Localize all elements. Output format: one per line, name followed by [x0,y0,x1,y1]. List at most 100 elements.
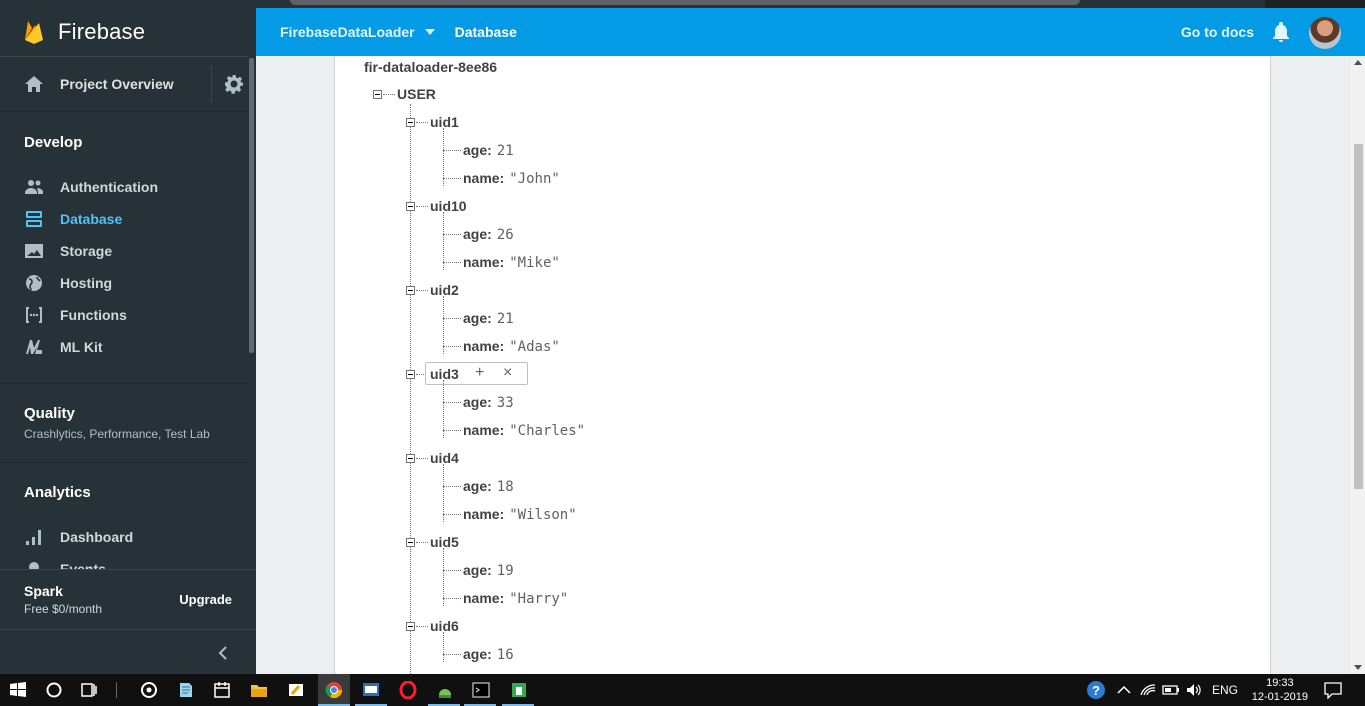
collapse-sidebar-button[interactable] [0,629,256,674]
help-icon[interactable]: ? [1086,680,1106,700]
app-icon[interactable] [140,681,158,699]
chrome-taskbar-button[interactable] [318,674,350,706]
leaf-value[interactable]: 18 [497,479,514,495]
collapse-toggle[interactable] [406,622,415,631]
collapse-toggle[interactable] [406,118,415,127]
divider [211,66,212,102]
app-icon[interactable] [510,681,528,699]
tree-node-key[interactable]: uid5 [430,534,459,550]
app-icon[interactable] [362,681,380,699]
language-indicator[interactable]: ENG [1212,683,1238,697]
sidebar-item-storage[interactable]: Storage [0,235,248,267]
tree-leaf[interactable]: age: 21 [463,142,514,159]
collapse-toggle[interactable] [406,370,415,379]
tree-leaf[interactable]: age: 19 [463,562,514,579]
tree-node-key[interactable]: uid4 [430,450,459,466]
leaf-value[interactable]: "Mike" [509,255,560,271]
sidebar-item-hosting[interactable]: Hosting [0,267,248,299]
file-explorer-icon[interactable] [250,681,268,699]
cortana-icon[interactable] [45,681,63,699]
collapse-toggle[interactable] [406,286,415,295]
leaf-key: name: [463,254,505,270]
tree-node-key[interactable]: uid3 [430,366,459,382]
tree-line [443,318,461,319]
tree-leaf[interactable]: age: 18 [463,478,514,495]
tree-leaf[interactable]: age: 16 [463,646,514,663]
notepad-icon[interactable] [177,681,195,699]
clock[interactable]: 19:33 12-01-2019 [1252,676,1308,704]
sidebar-item-label: Hosting [60,275,113,291]
page-scrollbar[interactable] [1351,56,1365,674]
add-child-icon[interactable]: + [475,364,484,382]
leaf-value[interactable]: "Harry" [509,591,568,607]
sticky-notes-icon[interactable] [287,681,305,699]
scroll-up-icon[interactable] [1354,60,1362,65]
tree-leaf[interactable]: name: "Harry" [463,590,568,607]
database-root[interactable]: fir-dataloader-8ee86 [364,59,497,75]
tree-node-user[interactable]: USER [397,86,436,102]
tree-leaf[interactable]: age: 26 [463,226,514,243]
tree-node-key[interactable]: uid2 [430,282,459,298]
bell-icon[interactable] [1271,21,1291,43]
wifi-icon[interactable] [1139,681,1157,699]
collapse-toggle[interactable] [406,454,415,463]
scroll-down-icon[interactable] [1354,665,1362,670]
sidebar-item-dashboard[interactable]: Dashboard [0,521,248,553]
leaf-key: name: [463,422,505,438]
leaf-value[interactable]: 33 [497,395,514,411]
chevron-left-icon [218,646,227,660]
tree-leaf[interactable]: name: "Wilson" [463,506,577,523]
battery-icon[interactable] [1162,681,1180,699]
upgrade-button[interactable]: Upgrade [179,592,232,607]
leaf-value[interactable]: "Charles" [509,423,585,439]
chevron-up-icon[interactable] [1115,681,1133,699]
go-to-docs-link[interactable]: Go to docs [1181,24,1254,40]
sidebar-scrollbar[interactable] [249,58,254,353]
windows-start-icon[interactable] [9,681,27,699]
sidebar-item-database[interactable]: Database [0,203,248,235]
android-studio-icon[interactable] [436,681,454,699]
task-view-icon[interactable] [80,681,98,699]
tree-leaf[interactable]: name: "Mike" [463,254,560,271]
brand[interactable]: Firebase [0,8,256,56]
tree-leaf[interactable]: name: "Charles" [463,422,585,439]
leaf-value[interactable]: "John" [509,171,560,187]
collapse-toggle[interactable] [406,538,415,547]
tree-node-key[interactable]: uid6 [430,618,459,634]
plan-panel: Spark Free $0/month Upgrade [0,569,256,629]
leaf-value[interactable]: 21 [497,143,514,159]
volume-icon[interactable] [1185,681,1203,699]
gear-icon[interactable] [224,74,244,94]
leaf-value[interactable]: 16 [497,647,514,663]
opera-icon[interactable] [399,681,417,699]
leaf-value[interactable]: 19 [497,563,514,579]
scroll-thumb[interactable] [1354,144,1363,489]
quality-section[interactable]: Quality Crashlytics, Performance, Test L… [0,405,248,441]
leaf-value[interactable]: 21 [497,311,514,327]
sidebar-item-functions[interactable]: Functions [0,299,248,331]
chevron-down-icon[interactable] [424,29,435,35]
leaf-value[interactable]: "Adas" [509,339,560,355]
calendar-icon[interactable] [213,681,231,699]
collapse-toggle[interactable] [373,90,382,99]
command-prompt-icon[interactable] [472,681,490,699]
tree-leaf[interactable]: age: 33 [463,394,514,411]
project-overview[interactable]: Project Overview [0,56,248,112]
tree-node-key[interactable]: uid1 [430,114,459,130]
delete-node-icon[interactable]: × [503,364,512,382]
sidebar-item-ml-kit[interactable]: ML Kit [0,331,248,363]
svg-text:?: ? [1092,683,1100,698]
tree-leaf[interactable]: age: 21 [463,310,514,327]
leaf-value[interactable]: "Wilson" [509,507,576,523]
leaf-value[interactable]: 26 [497,227,514,243]
tree-node-key[interactable]: uid10 [430,198,467,214]
notifications-icon[interactable] [1324,681,1342,699]
collapse-toggle[interactable] [406,202,415,211]
tree-line [383,94,395,95]
leaf-key: name: [463,506,505,522]
sidebar-item-authentication[interactable]: Authentication [0,171,248,203]
tree-leaf[interactable]: name: "Adas" [463,338,560,355]
avatar[interactable] [1309,17,1341,49]
project-selector[interactable]: FirebaseDataLoader [280,24,415,40]
tree-leaf[interactable]: name: "John" [463,170,560,187]
